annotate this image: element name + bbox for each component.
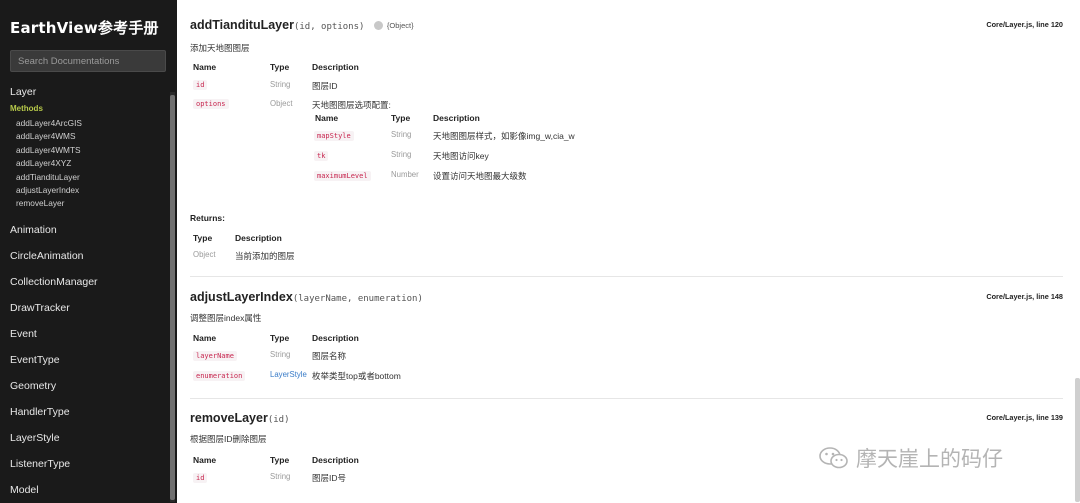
subparam-type: String bbox=[391, 130, 412, 139]
returns-description: 当前添加的图层 bbox=[235, 251, 295, 261]
sidebar-item-model[interactable]: Model bbox=[10, 477, 168, 503]
watermark-text: 摩天崖上的码仔 bbox=[856, 448, 1003, 471]
subparam-description: 设置访问天地图最大级数 bbox=[433, 171, 527, 181]
return-type-label: {Object} bbox=[386, 20, 414, 30]
source-link[interactable]: Core/Layer.js, line 139 bbox=[986, 413, 1063, 422]
method-name: adjustLayerIndex bbox=[190, 290, 293, 304]
sidebar-item-animation[interactable]: Animation bbox=[10, 217, 168, 243]
subparam-description: 天地图访问key bbox=[433, 151, 489, 161]
param-name: id bbox=[193, 80, 208, 90]
methods-label: Methods bbox=[10, 104, 43, 113]
subparam-name: tk bbox=[314, 151, 329, 161]
param-header-name: Name bbox=[193, 62, 217, 72]
returns-header-type: Type bbox=[193, 233, 213, 243]
type-badge-icon bbox=[373, 21, 383, 31]
subparam-type: String bbox=[391, 150, 412, 159]
sidebar-item-collectionmanager[interactable]: CollectionManager bbox=[10, 269, 168, 295]
sidebar-item-layerstyle[interactable]: LayerStyle bbox=[10, 425, 168, 451]
method-signature: (layerName, enumeration) bbox=[292, 294, 423, 304]
returns-header-description: Description bbox=[235, 233, 282, 243]
param-name: id bbox=[193, 473, 208, 483]
param-header-type: Type bbox=[270, 333, 290, 343]
sidebar-item-layer[interactable]: Layer bbox=[10, 84, 168, 100]
sidebar: EarthView参考手册 Layer Methods addLayer4Arc… bbox=[0, 0, 177, 503]
param-name: enumeration bbox=[193, 371, 246, 381]
search-input[interactable] bbox=[10, 50, 166, 72]
sidebar-item-geometry[interactable]: Geometry bbox=[10, 373, 168, 399]
param-description: 图层名称 bbox=[312, 351, 347, 361]
param-header-description: Description bbox=[312, 62, 359, 72]
method-adjustlayerindex: adjustLayerIndex(layerName, enumeration)… bbox=[190, 290, 1063, 390]
sidebar-method-adjustlayerindex[interactable]: adjustLayerIndex bbox=[10, 184, 168, 197]
section-divider bbox=[190, 398, 1063, 399]
sidebar-item-handlertype[interactable]: HandlerType bbox=[10, 399, 168, 425]
subparam-header-type: Type bbox=[391, 113, 411, 123]
sidebar-method-addlayer4arcgis[interactable]: addLayer4ArcGIS bbox=[10, 117, 168, 130]
main-scrollbar-thumb[interactable] bbox=[1075, 378, 1080, 502]
method-signature: (id, options) bbox=[293, 22, 365, 32]
subparam-type: Number bbox=[391, 170, 419, 179]
param-type: Object bbox=[270, 99, 293, 108]
subparam-header-description: Description bbox=[433, 113, 480, 123]
param-name: options bbox=[193, 99, 229, 109]
returns-type: Object bbox=[193, 250, 216, 259]
sidebar-method-removelayer[interactable]: removeLayer bbox=[10, 197, 168, 210]
method-addtianditulayer: addTiandituLayer(id, options) {Object} C… bbox=[190, 18, 1063, 268]
method-description: 根据图层ID删除图层 bbox=[190, 434, 267, 444]
param-description: 天地图图层选项配置: bbox=[312, 100, 391, 110]
method-title: adjustLayerIndex(layerName, enumeration) bbox=[190, 290, 423, 304]
method-title: addTiandituLayer(id, options) {Object} bbox=[190, 18, 414, 32]
sidebar-item-event[interactable]: Event bbox=[10, 321, 168, 347]
param-description: 枚举类型top或者bottom bbox=[312, 371, 401, 381]
param-type: String bbox=[270, 472, 291, 481]
param-header-name: Name bbox=[193, 333, 217, 343]
sidebar-nav: Layer Methods addLayer4ArcGIS addLayer4W… bbox=[10, 84, 168, 503]
returns-label: Returns: bbox=[190, 213, 225, 223]
source-link[interactable]: Core/Layer.js, line 148 bbox=[986, 292, 1063, 301]
sidebar-method-addtianditulayer[interactable]: addTiandituLayer bbox=[10, 171, 168, 184]
sidebar-item-eventtype[interactable]: EventType bbox=[10, 347, 168, 373]
sidebar-method-addlayer4wms[interactable]: addLayer4WMS bbox=[10, 130, 168, 143]
method-description: 调整图层index属性 bbox=[190, 313, 262, 323]
param-name: layerName bbox=[193, 351, 237, 361]
param-header-description: Description bbox=[312, 455, 359, 465]
method-name: addTiandituLayer bbox=[190, 18, 294, 32]
sidebar-scrollbar-thumb[interactable] bbox=[170, 95, 175, 500]
subparam-description: 天地图图层样式，如影像img_w,cia_w bbox=[433, 131, 575, 141]
main-content: addTiandituLayer(id, options) {Object} C… bbox=[177, 0, 1080, 503]
param-description: 图层ID bbox=[312, 81, 338, 91]
section-divider bbox=[190, 276, 1063, 277]
param-type: String bbox=[270, 350, 291, 359]
wechat-icon bbox=[819, 447, 848, 469]
subparam-name: maximumLevel bbox=[314, 171, 371, 181]
return-type-badge: {Object} bbox=[373, 20, 414, 31]
sidebar-method-addlayer4wmts[interactable]: addLayer4WMTS bbox=[10, 144, 168, 157]
source-link[interactable]: Core/Layer.js, line 120 bbox=[986, 20, 1063, 29]
sidebar-item-listenertype[interactable]: ListenerType bbox=[10, 451, 168, 477]
param-type: String bbox=[270, 80, 291, 89]
param-header-name: Name bbox=[193, 455, 217, 465]
method-signature: (id) bbox=[267, 415, 290, 425]
watermark: 摩天崖上的码仔 bbox=[818, 443, 1003, 473]
method-description: 添加天地图图层 bbox=[190, 43, 250, 53]
sidebar-item-drawtracker[interactable]: DrawTracker bbox=[10, 295, 168, 321]
param-header-type: Type bbox=[270, 455, 290, 465]
param-type-link[interactable]: LayerStyle bbox=[270, 370, 307, 379]
sidebar-method-addlayer4xyz[interactable]: addLayer4XYZ bbox=[10, 157, 168, 170]
brand-title[interactable]: EarthView参考手册 bbox=[10, 17, 159, 38]
subparam-name: mapStyle bbox=[314, 131, 354, 141]
method-title: removeLayer(id) bbox=[190, 411, 290, 425]
param-header-description: Description bbox=[312, 333, 359, 343]
method-name: removeLayer bbox=[190, 411, 268, 425]
subparam-header-name: Name bbox=[315, 113, 339, 123]
param-description: 图层ID号 bbox=[312, 473, 347, 483]
param-header-type: Type bbox=[270, 62, 290, 72]
sidebar-item-circleanimation[interactable]: CircleAnimation bbox=[10, 243, 168, 269]
